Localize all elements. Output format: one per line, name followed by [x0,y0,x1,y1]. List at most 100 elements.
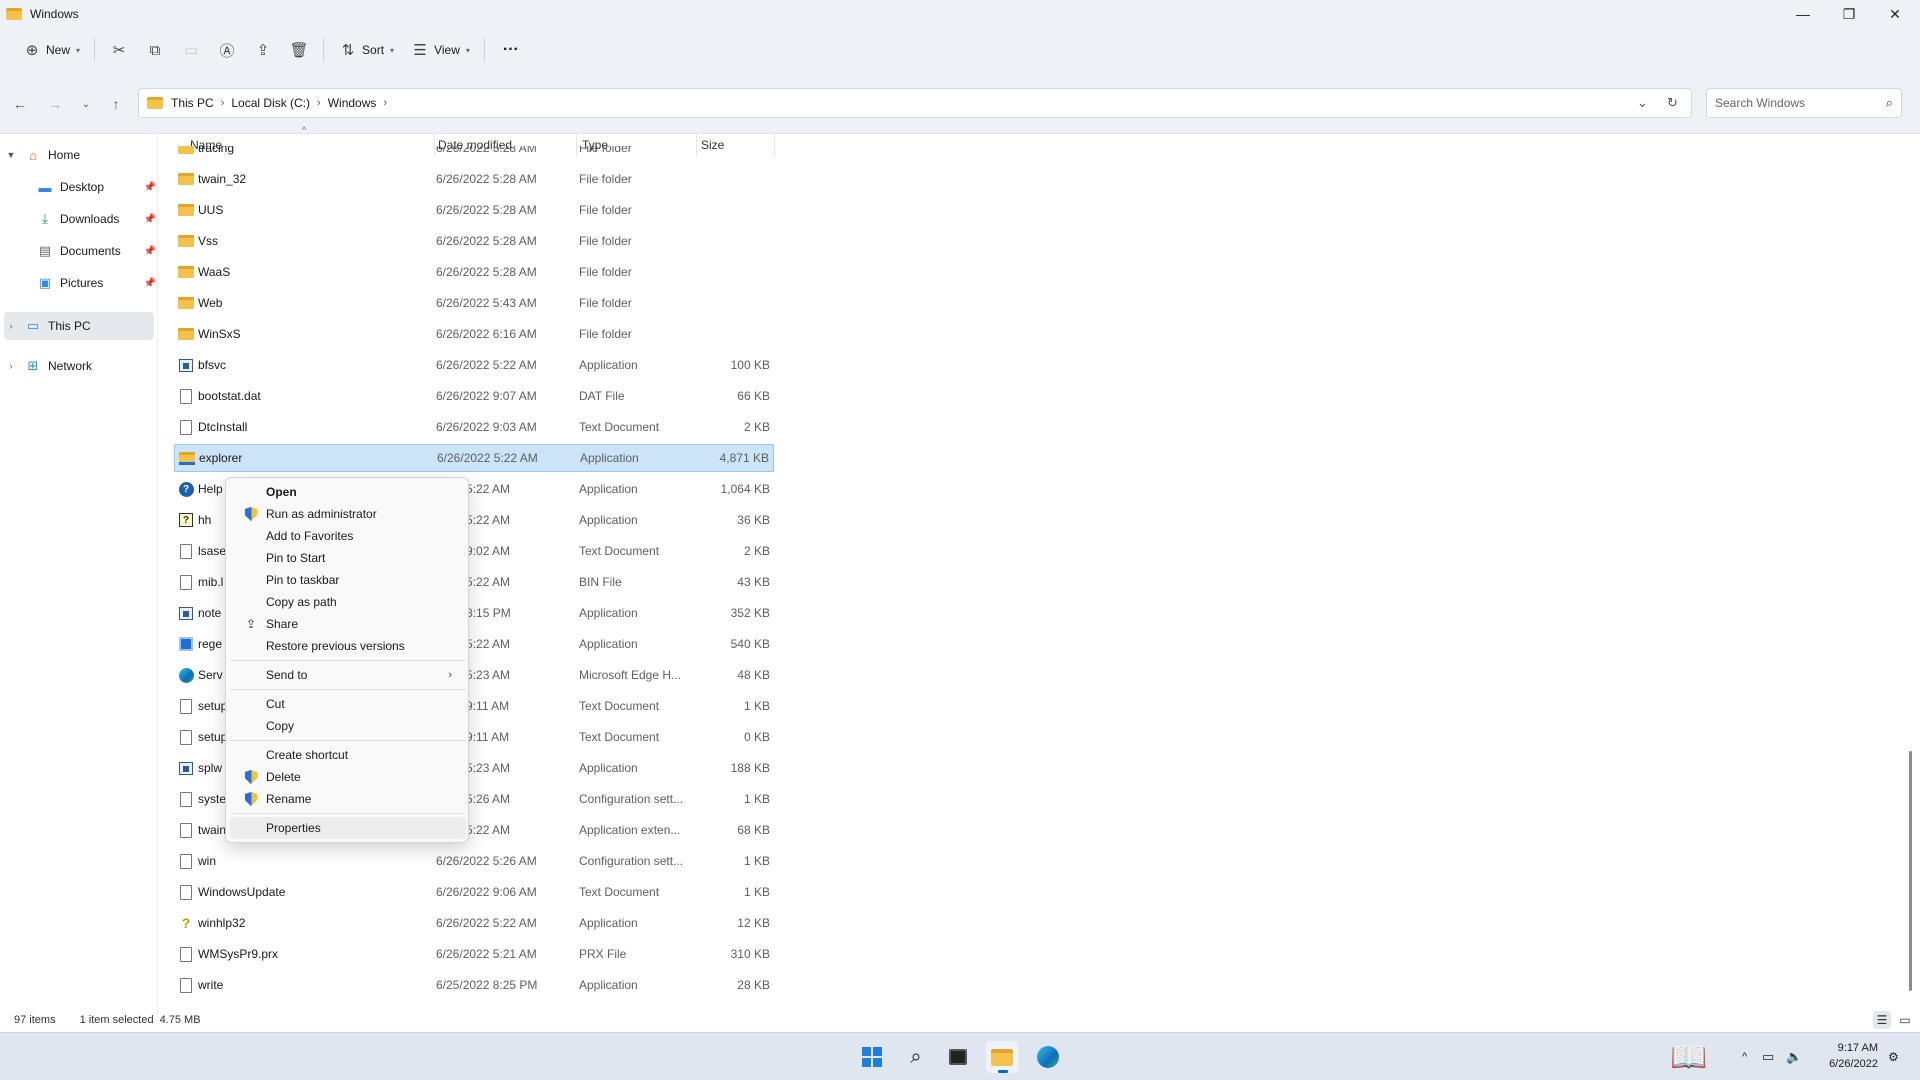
file-size: 540 KB [730,637,770,651]
folder-icon [178,171,194,187]
view-button[interactable]: ☰ View ▾ [402,34,478,66]
refresh-icon[interactable]: ↻ [1667,89,1678,117]
new-button[interactable]: ⊕ New ▾ [14,34,88,66]
search-taskbar-button[interactable]: ⌕ [900,1041,932,1073]
file-row[interactable]: tracing 6/26/2022 5:28 AM File folder [174,146,774,162]
file-type: File folder [579,296,632,310]
forward-button[interactable]: → [43,92,67,116]
menu-item-share[interactable]: ⇪ Share [230,613,466,635]
file-type: DAT File [579,389,625,403]
search-input[interactable]: Search Windows ⌕ [1706,88,1902,118]
file-name: WaaS [198,265,231,279]
menu-item-delete[interactable]: Delete [230,766,466,788]
sort-icon: ⇅ [341,42,355,59]
scrollbar-thumb[interactable] [1909,751,1912,991]
file-row[interactable]: bfsvc 6/26/2022 5:22 AM Application 100 KB [174,351,774,379]
file-row[interactable]: WaaS 6/26/2022 5:28 AM File folder [174,258,774,286]
minimize-button[interactable]: — [1780,0,1826,28]
menu-item-create-shortcut[interactable]: Create shortcut [230,744,466,766]
breadcrumb-local-disk[interactable]: Local Disk (C:) [231,96,310,110]
sidebar-item-this-pc[interactable]: › ▭ This PC [4,312,154,340]
chevron-right-icon[interactable]: › [4,361,18,371]
copy-button[interactable]: ⧉ [137,34,173,66]
menu-item-run-as-admin[interactable]: Run as administrator [230,503,466,525]
volume-icon[interactable]: 🔈 [1786,1033,1802,1080]
file-row[interactable]: DtcInstall 6/26/2022 9:03 AM Text Document… [174,413,774,441]
file-row[interactable]: bootstat.dat 6/26/2022 9:07 AM DAT File 66 … [174,382,774,410]
file-row[interactable]: ? winhlp32 6/26/2022 5:22 AM Application 12 … [174,909,774,937]
breadcrumb-this-pc[interactable]: This PC [171,96,214,110]
clock[interactable]: 9:17 AM 6/26/2022 [1829,1040,1878,1072]
search-icon: ⌕ [910,1045,922,1068]
file-row[interactable]: win 6/26/2022 5:26 AM Configuration sett..… [174,847,774,875]
sidebar-item-downloads[interactable]: ⤓ Downloads 📌 [30,205,158,233]
start-button[interactable] [856,1041,888,1073]
menu-divider [230,660,466,661]
large-icons-view-icon[interactable]: ▭ [1896,1011,1914,1029]
menu-item-pin-to-taskbar[interactable]: Pin to taskbar [230,569,466,591]
address-bar[interactable]: This PC › Local Disk (C:) › Windows › ⌄ … [138,88,1692,118]
selection-count: 1 item selected [79,1014,154,1026]
registry-icon [178,636,194,652]
view-label: View [434,43,460,57]
close-button[interactable]: ✕ [1872,0,1918,28]
edge-taskbar-button[interactable] [1032,1041,1064,1073]
task-view-button[interactable] [942,1041,974,1073]
chevron-right-icon[interactable]: › [4,321,18,331]
sidebar-item-pictures[interactable]: ▣ Pictures 📌 [30,269,158,297]
network-tray-icon[interactable]: ▭ [1762,1033,1774,1080]
back-button[interactable]: ← [8,92,32,116]
menu-item-rename[interactable]: Rename [230,788,466,810]
chevron-down-icon: ⌄ [81,98,91,110]
file-type: File folder [579,234,632,248]
computer-icon: ▭ [26,318,40,333]
sidebar-item-documents[interactable]: ▤ Documents 📌 [30,237,158,265]
chevron-up-icon[interactable]: ^ [1742,1033,1747,1080]
menu-divider [230,740,466,741]
file-row[interactable]: write 6/25/2022 8:25 PM Application 28 KB [174,971,774,999]
see-more-button[interactable]: ··· [491,34,527,66]
settings-icon[interactable]: ⚙ [1888,1033,1899,1080]
chevron-right-icon[interactable]: › [221,97,225,109]
share-button[interactable]: ⇪ [245,34,281,66]
recent-locations-button[interactable]: ⌄ [74,92,98,116]
up-button[interactable]: ↑ [104,92,128,116]
file-row[interactable]: Web 6/26/2022 5:43 AM File folder [174,289,774,317]
menu-item-open[interactable]: Open [230,481,466,503]
sort-button[interactable]: ⇅ Sort ▾ [330,34,402,66]
chevron-down-icon[interactable]: ▼ [4,150,18,160]
details-view-icon[interactable]: ☰ [1873,1011,1891,1029]
rename-button[interactable]: Ⓐ [209,34,245,66]
chevron-right-icon[interactable]: › [317,97,321,109]
menu-item-restore-previous-versions[interactable]: Restore previous versions [230,635,466,657]
file-row[interactable]: WMSysPr9.prx 6/26/2022 5:21 AM PRX File 310… [174,940,774,968]
file-size: 1 KB [743,699,770,713]
breadcrumb-windows[interactable]: Windows [328,96,377,110]
file-explorer-taskbar-button[interactable] [986,1041,1018,1073]
file-row[interactable]: WindowsUpdate 6/26/2022 9:06 AM Text Docum… [174,878,774,906]
menu-item-copy-as-path[interactable]: Copy as path [230,591,466,613]
maximize-button[interactable]: ❐ [1826,0,1872,28]
sidebar-item-network[interactable]: › ⊞ Network [4,352,154,380]
menu-item-copy[interactable]: Copy [230,715,466,737]
chevron-right-icon[interactable]: › [383,97,387,109]
vertical-scrollbar[interactable] [1908,134,1914,1014]
cut-button[interactable]: ✂ [101,34,137,66]
menu-item-add-to-favorites[interactable]: Add to Favorites [230,525,466,547]
menu-item-cut[interactable]: Cut [230,693,466,715]
file-row[interactable]: twain_32 6/26/2022 5:28 AM File folder [174,165,774,193]
file-row[interactable]: explorer 6/26/2022 5:22 AM Application 4,87… [174,444,774,472]
menu-item-send-to[interactable]: Send to › [230,664,466,686]
file-row[interactable]: WinSxS 6/26/2022 6:16 AM File folder [174,320,774,348]
sidebar-item-desktop[interactable]: ▬ Desktop 📌 [30,173,158,201]
paste-button[interactable]: ▭ [173,34,209,66]
file-row[interactable]: Vss 6/26/2022 5:28 AM File folder [174,227,774,255]
file-row[interactable]: UUS 6/26/2022 5:28 AM File folder [174,196,774,224]
file-date: 6/26/2022 5:43 AM [436,296,537,310]
menu-item-properties[interactable]: Properties [230,817,466,839]
menu-item-pin-to-start[interactable]: Pin to Start [230,547,466,569]
delete-button[interactable]: 🗑 [281,34,317,66]
file-type: Application [579,637,638,651]
sidebar-item-home[interactable]: ▼ ⌂ Home [4,141,154,169]
address-dropdown-icon[interactable]: ⌄ [1637,89,1648,117]
